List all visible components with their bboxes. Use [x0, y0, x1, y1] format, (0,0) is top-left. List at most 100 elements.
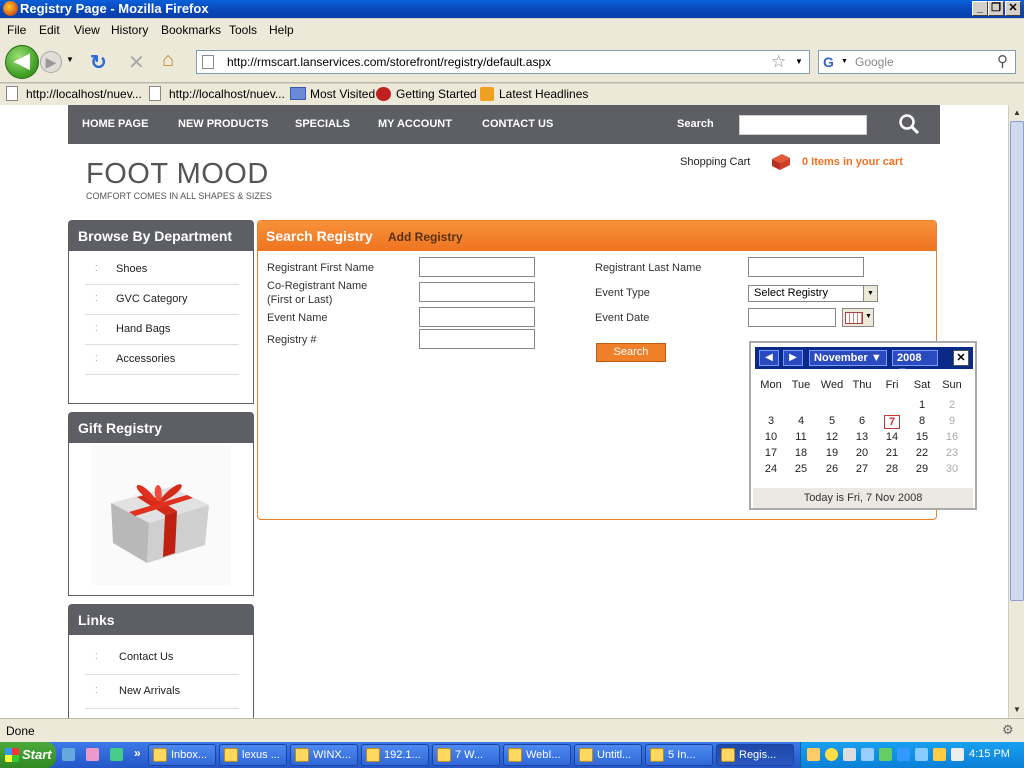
calendar-day[interactable]: 8	[907, 415, 937, 427]
registrant-first-name-input[interactable]	[419, 257, 535, 277]
bookmark-localhost-1[interactable]: http://localhost/nuev...	[26, 87, 142, 101]
calendar-button[interactable]: ▼	[842, 308, 874, 327]
month-dropdown[interactable]: November ▼	[809, 350, 887, 366]
department-label[interactable]: Accessories	[116, 353, 175, 365]
calendar-day[interactable]: 29	[907, 463, 937, 475]
registrant-last-name-input[interactable]	[748, 257, 864, 277]
tray-icon[interactable]	[915, 748, 928, 761]
menu-file[interactable]: File	[7, 23, 26, 37]
menu-view[interactable]: View	[74, 23, 100, 37]
event-type-select[interactable]: Select Registry ▼	[748, 285, 878, 302]
calendar-day[interactable]: 3	[756, 415, 786, 427]
department-item-accessories[interactable]: ⁚ Accessories	[85, 345, 239, 375]
search-box[interactable]: G ▼ Google ⚲	[818, 50, 1016, 74]
site-search-input[interactable]	[739, 115, 867, 135]
link-label[interactable]: Contact Us	[119, 651, 173, 663]
link-label[interactable]: New Arrivals	[119, 685, 180, 697]
clock[interactable]: 4:15 PM	[969, 748, 1010, 760]
bookmark-getting-started[interactable]: Getting Started	[396, 87, 477, 101]
task-lexus[interactable]: lexus ...	[219, 744, 287, 766]
gift-box-image[interactable]	[91, 445, 231, 585]
quicklaunch-app-icon[interactable]	[86, 748, 99, 761]
nav-contact-us[interactable]: CONTACT US	[482, 118, 553, 130]
tray-icon[interactable]	[843, 748, 856, 761]
calendar-day[interactable]: 2	[937, 399, 967, 411]
forward-button[interactable]: ▶	[40, 51, 62, 73]
bookmark-localhost-2[interactable]: http://localhost/nuev...	[169, 87, 285, 101]
calendar-day[interactable]: 11	[786, 431, 816, 443]
calendar-day[interactable]: 27	[847, 463, 877, 475]
calendar-day[interactable]: 17	[756, 447, 786, 459]
calendar-day[interactable]: 9	[937, 415, 967, 427]
bookmark-latest-headlines[interactable]: Latest Headlines	[499, 87, 588, 101]
minimize-button[interactable]: _	[972, 1, 988, 16]
department-item-shoes[interactable]: ⁚ Shoes	[85, 255, 239, 285]
calendar-day[interactable]: 12	[817, 431, 847, 443]
magnifier-icon[interactable]	[898, 113, 920, 135]
today-date-link[interactable]: Fri, 7 Nov 2008	[847, 492, 922, 504]
calendar-day[interactable]: 23	[937, 447, 967, 459]
calendar-day[interactable]: 28	[877, 463, 907, 475]
link-item-new-arrivals[interactable]: ⁚ New Arrivals	[85, 675, 239, 709]
quicklaunch-app-icon[interactable]	[110, 748, 123, 761]
url-text[interactable]: http://rmscart.lanservices.com/storefron…	[227, 55, 551, 69]
calendar-day[interactable]: 6	[847, 415, 877, 427]
home-icon[interactable]: ⌂	[162, 49, 174, 72]
scroll-up-icon[interactable]: ▲	[1010, 105, 1024, 120]
calendar-day[interactable]: 13	[847, 431, 877, 443]
calendar-day[interactable]: 10	[756, 431, 786, 443]
tray-icon[interactable]	[933, 748, 946, 761]
department-item-hand-bags[interactable]: ⁚ Hand Bags	[85, 315, 239, 345]
nav-new-products[interactable]: NEW PRODUCTS	[178, 118, 268, 130]
close-icon[interactable]: ✕	[953, 350, 969, 366]
tray-icon[interactable]	[951, 748, 964, 761]
tab-add-registry[interactable]: Add Registry	[388, 230, 463, 244]
calendar-day[interactable]: 5	[817, 415, 847, 427]
co-registrant-name-input[interactable]	[419, 282, 535, 302]
history-dropdown-icon[interactable]: ▼	[66, 55, 74, 64]
stop-icon[interactable]: ✕	[128, 50, 145, 75]
next-month-button[interactable]: ▶	[783, 350, 803, 366]
task-7w[interactable]: 7 W...	[432, 744, 500, 766]
calendar-day[interactable]: 18	[786, 447, 816, 459]
tray-icon[interactable]	[861, 748, 874, 761]
calendar-day[interactable]: 14	[877, 431, 907, 443]
calendar-day[interactable]: 16	[937, 431, 967, 443]
menu-help[interactable]: Help	[269, 23, 294, 37]
google-icon[interactable]: G	[823, 54, 839, 70]
nav-my-account[interactable]: MY ACCOUNT	[378, 118, 452, 130]
back-button[interactable]: ◀	[5, 45, 39, 79]
bookmark-most-visited[interactable]: Most Visited	[310, 87, 375, 101]
menu-edit[interactable]: Edit	[39, 23, 60, 37]
tray-icon[interactable]	[807, 748, 820, 761]
calendar-day-today[interactable]: 7	[884, 415, 900, 429]
department-label[interactable]: Shoes	[116, 263, 147, 275]
menu-bookmarks[interactable]: Bookmarks	[161, 23, 221, 37]
calendar-day[interactable]: 30	[937, 463, 967, 475]
reload-icon[interactable]: ↻	[90, 50, 107, 75]
calendar-day[interactable]: 21	[877, 447, 907, 459]
calendar-day[interactable]: 26	[817, 463, 847, 475]
vertical-scrollbar[interactable]: ▲ ▼	[1008, 105, 1024, 718]
calendar-day[interactable]: 25	[786, 463, 816, 475]
tray-icon[interactable]	[825, 748, 838, 761]
tray-icon[interactable]	[879, 748, 892, 761]
resize-grip-icon[interactable]: ⚙	[1002, 722, 1014, 738]
task-webi[interactable]: WebI...	[503, 744, 571, 766]
task-winx[interactable]: WINX...	[290, 744, 358, 766]
dropdown-arrow-icon[interactable]: ▼	[863, 286, 877, 301]
nav-home-page[interactable]: HOME PAGE	[82, 118, 148, 130]
task-ip[interactable]: 192.1...	[361, 744, 429, 766]
quicklaunch-ie-icon[interactable]	[62, 748, 75, 761]
scroll-down-icon[interactable]: ▼	[1010, 702, 1024, 717]
task-5in[interactable]: 5 In...	[645, 744, 713, 766]
calendar-day[interactable]: 19	[817, 447, 847, 459]
calendar-day[interactable]: 1	[907, 399, 937, 411]
task-inbox[interactable]: Inbox...	[148, 744, 216, 766]
cart-count[interactable]: 0 Items in your cart	[802, 156, 903, 168]
cart-icon[interactable]	[770, 151, 792, 171]
calendar-day[interactable]: 15	[907, 431, 937, 443]
tab-search-registry[interactable]: Search Registry	[266, 228, 373, 244]
engine-dropdown-icon[interactable]: ▼	[841, 58, 848, 65]
task-registry-page[interactable]: Regis...	[716, 744, 794, 766]
